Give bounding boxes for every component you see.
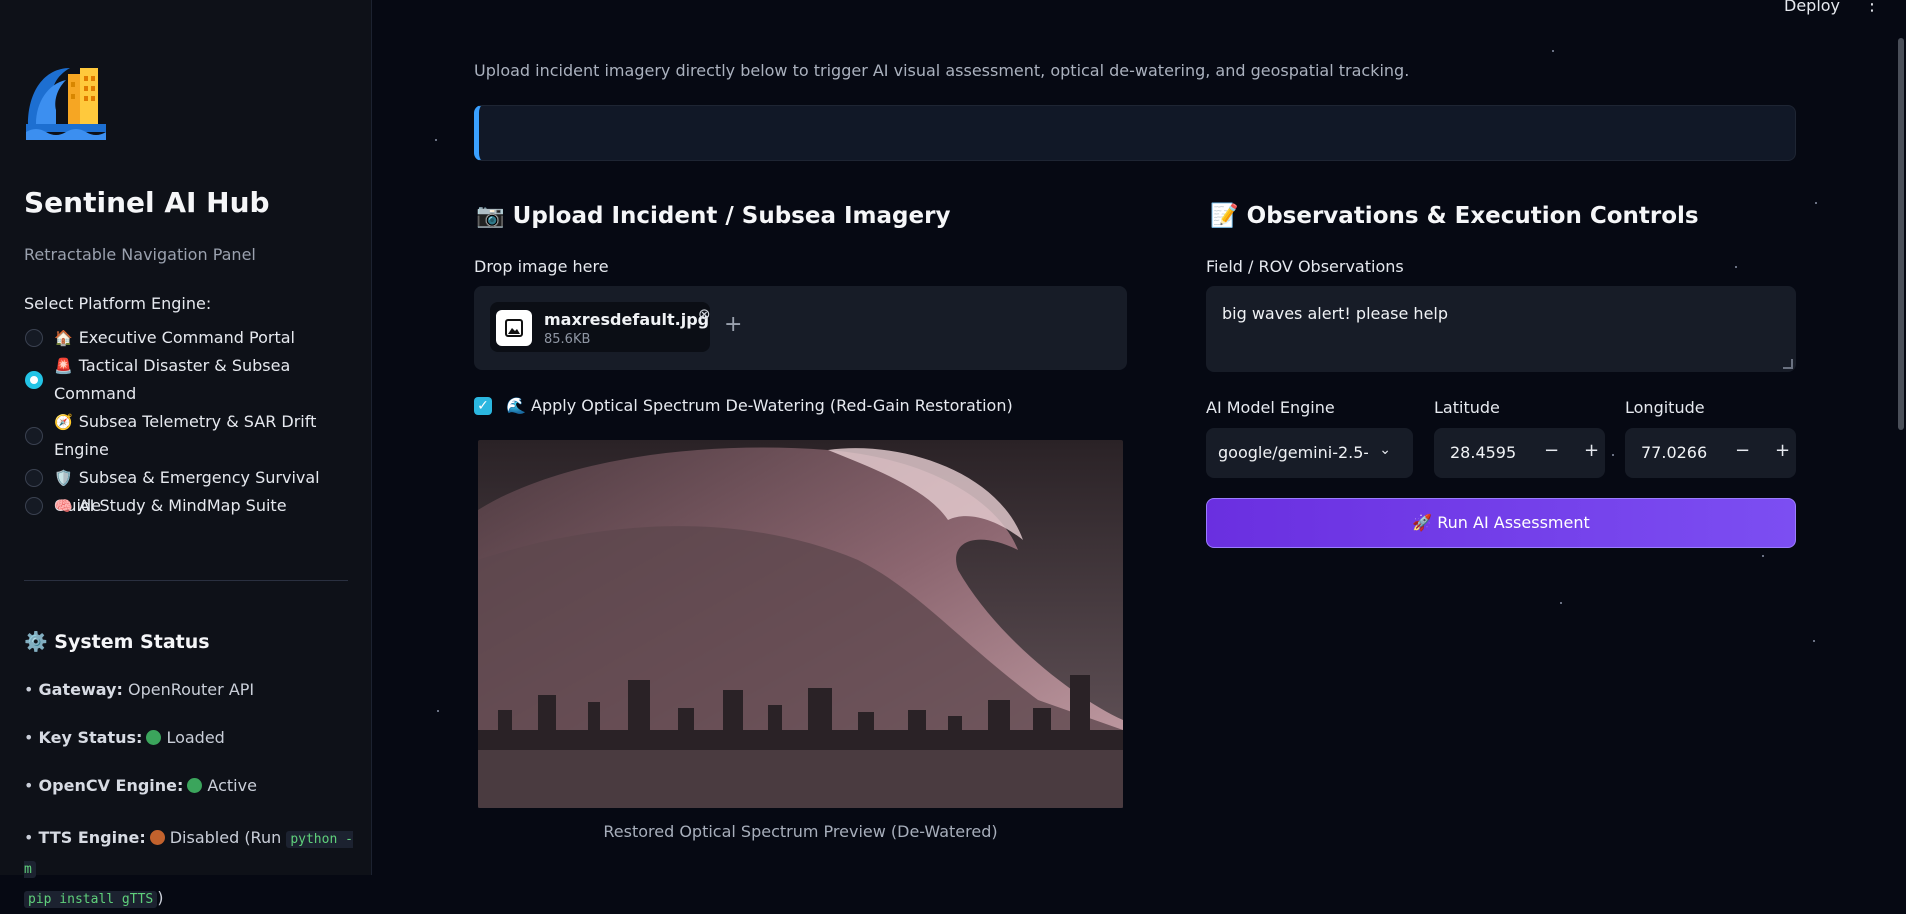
page-scrollbar[interactable] bbox=[1898, 38, 1904, 430]
engine-option-label: Executive Command Portal bbox=[78, 328, 295, 347]
drop-label: Drop image here bbox=[474, 257, 609, 276]
latitude-input[interactable]: 28.4595 − + bbox=[1434, 428, 1605, 478]
longitude-label: Longitude bbox=[1625, 398, 1705, 417]
status-key: • Key Status: Loaded bbox=[24, 728, 225, 747]
longitude-input[interactable]: 77.0266 − + bbox=[1625, 428, 1796, 478]
status-tts: • TTS Engine: Disabled (Run python -m pip … bbox=[24, 828, 353, 908]
engine-option-label: Tactical Disaster & Subsea Command bbox=[54, 356, 291, 403]
latitude-label: Latitude bbox=[1434, 398, 1500, 417]
siren-icon: 🚨 bbox=[54, 357, 73, 375]
brain-icon: 🧠 bbox=[54, 497, 73, 515]
radio-button[interactable] bbox=[25, 497, 43, 515]
uploaded-file-chip: maxresdefault.jpg 85.6KB ⊗ bbox=[490, 302, 711, 352]
radio-button-selected[interactable] bbox=[25, 371, 43, 389]
green-status-icon bbox=[146, 730, 162, 745]
longitude-increment-button[interactable]: + bbox=[1775, 440, 1790, 461]
app-title: Sentinel AI Hub bbox=[24, 186, 270, 219]
orange-status-icon bbox=[149, 830, 165, 845]
controls-heading: 📝 Observations & Execution Controls bbox=[1210, 203, 1699, 229]
image-file-icon bbox=[496, 310, 532, 346]
radio-button[interactable] bbox=[25, 427, 43, 445]
sidebar: Sentinel AI Hub Retractable Navigation P… bbox=[0, 0, 372, 908]
engine-option-label: AI Study & MindMap Suite bbox=[78, 496, 287, 515]
upload-heading: 📷 Upload Incident / Subsea Imagery bbox=[476, 203, 951, 229]
memo-icon: 📝 bbox=[1210, 203, 1239, 229]
gear-icon: ⚙️ bbox=[24, 631, 48, 653]
model-select-value: google/gemini-2.5-fl bbox=[1218, 443, 1368, 462]
image-dropzone[interactable]: maxresdefault.jpg 85.6KB ⊗ + bbox=[474, 286, 1127, 370]
deploy-button[interactable]: Deploy bbox=[1784, 0, 1840, 15]
file-name: maxresdefault.jpg bbox=[544, 310, 710, 329]
tsunami-logo-icon bbox=[26, 68, 106, 140]
camera-icon: 📷 bbox=[476, 203, 505, 229]
dewater-checkbox[interactable]: ✓ bbox=[474, 397, 492, 415]
longitude-value: 77.0266 bbox=[1641, 443, 1708, 462]
radio-button[interactable] bbox=[25, 469, 43, 487]
longitude-decrement-button[interactable]: − bbox=[1735, 440, 1750, 461]
model-select[interactable]: google/gemini-2.5-fl ⌄ bbox=[1206, 428, 1413, 478]
run-assessment-button[interactable]: 🚀 Run AI Assessment bbox=[1206, 498, 1796, 548]
intro-text: Upload incident imagery directly below t… bbox=[474, 61, 1410, 80]
resize-handle-icon[interactable] bbox=[1783, 359, 1793, 369]
observations-textarea[interactable]: big waves alert! please help bbox=[1206, 286, 1796, 372]
status-opencv: • OpenCV Engine: Active bbox=[24, 776, 257, 795]
tts-command-code: pip install gTTS bbox=[24, 891, 158, 908]
green-status-icon bbox=[187, 778, 203, 793]
radio-button[interactable] bbox=[25, 329, 43, 347]
engine-select-label: Select Platform Engine: bbox=[24, 294, 212, 313]
system-status-heading: ⚙️ System Status bbox=[24, 631, 210, 653]
compass-icon: 🧭 bbox=[54, 413, 73, 431]
remove-file-icon[interactable]: ⊗ bbox=[698, 305, 711, 323]
sidebar-subtitle: Retractable Navigation Panel bbox=[24, 245, 256, 264]
info-banner bbox=[474, 105, 1796, 161]
file-size: 85.6KB bbox=[544, 332, 591, 347]
shield-icon: 🛡️ bbox=[54, 469, 73, 487]
wave-icon: 🌊 bbox=[506, 396, 526, 415]
latitude-decrement-button[interactable]: − bbox=[1544, 440, 1559, 461]
observations-label: Field / ROV Observations bbox=[1206, 257, 1404, 276]
restored-preview-image bbox=[478, 440, 1123, 808]
add-file-button[interactable]: + bbox=[724, 312, 742, 337]
main-menu-icon[interactable]: ⋮ bbox=[1863, 0, 1881, 15]
status-gateway: • Gateway: OpenRouter API bbox=[24, 680, 255, 699]
dewater-label: 🌊 Apply Optical Spectrum De-Watering (Re… bbox=[506, 396, 1013, 415]
latitude-increment-button[interactable]: + bbox=[1584, 440, 1599, 461]
sidebar-divider bbox=[24, 580, 348, 581]
engine-option-label: Subsea Telemetry & SAR Drift Engine bbox=[54, 412, 317, 459]
latitude-value: 28.4595 bbox=[1450, 443, 1517, 462]
preview-caption: Restored Optical Spectrum Preview (De-Wa… bbox=[603, 822, 998, 841]
house-icon: 🏠 bbox=[54, 329, 73, 347]
chevron-down-icon[interactable]: ⌄ bbox=[1379, 442, 1391, 458]
model-label: AI Model Engine bbox=[1206, 398, 1335, 417]
